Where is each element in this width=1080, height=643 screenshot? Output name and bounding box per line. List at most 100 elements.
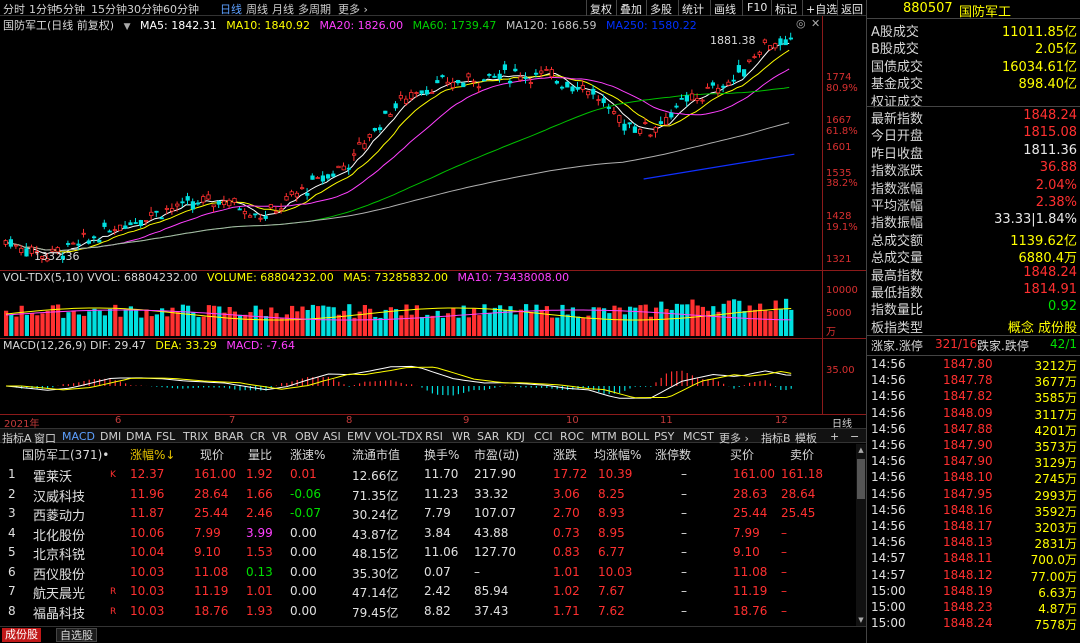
stats-button[interactable]: 统计 xyxy=(682,1,704,17)
zoom-in-button[interactable]: + xyxy=(830,430,839,443)
col-pe-header[interactable]: 市盈(动) xyxy=(474,446,519,463)
stat-value: 16034.61亿 xyxy=(1001,59,1077,75)
period-5min[interactable]: 5分钟 xyxy=(56,1,85,17)
tab-vol-tdx[interactable]: VOL-TDX xyxy=(375,430,423,443)
period-15min[interactable]: 15分钟 xyxy=(91,1,127,17)
tab-mcst[interactable]: MCST xyxy=(683,430,714,443)
candle xyxy=(123,225,128,229)
tick-time: 14:56 xyxy=(871,470,906,485)
kline-pane[interactable]: 国防军工(日线 前复权) ▼ MA5: 1842.31 MA10: 1840.9… xyxy=(0,16,866,270)
table-row[interactable]: 7 航天晨光 R 10.03 11.19 1.01 0.00 47.14亿 2.42 85.94 1… xyxy=(0,582,856,602)
vol-ma5: MA5: 73285832.00 xyxy=(343,271,448,284)
candle xyxy=(679,97,684,100)
back-button[interactable]: 返回 xyxy=(841,1,863,17)
period-1min[interactable]: 1分钟 xyxy=(29,1,58,17)
tab-vr[interactable]: VR xyxy=(272,430,287,443)
volume-bar xyxy=(659,301,664,336)
tab-obv[interactable]: OBV xyxy=(295,430,318,443)
kline-chart[interactable] xyxy=(0,16,866,270)
candle xyxy=(643,122,648,124)
col-limit-header[interactable]: 涨停数 xyxy=(655,446,691,463)
candle xyxy=(518,76,523,81)
volume-pane[interactable]: VOL-TDX(5,10) VVOL: 68804232.00 VOLUME: … xyxy=(0,270,866,338)
table-row[interactable]: 6 西仪股份 10.03 11.08 0.13 0.00 35.30亿 0.07 – 1.01 10… xyxy=(0,563,856,583)
tab-roc[interactable]: ROC xyxy=(560,430,584,443)
col-avg-header[interactable]: 均涨幅% xyxy=(594,446,641,463)
down-value: 42/1 xyxy=(1050,337,1077,351)
period-multi[interactable]: 多周期 xyxy=(298,1,331,17)
candle xyxy=(560,86,565,89)
tab-wr[interactable]: WR xyxy=(452,430,471,443)
col-volratio-header[interactable]: 量比 xyxy=(248,446,272,463)
scroll-down-icon[interactable]: ▼ xyxy=(857,616,865,624)
tab-constituents[interactable]: 成份股 xyxy=(2,628,41,642)
period-more[interactable]: 更多 › xyxy=(338,1,368,17)
tab-trix[interactable]: TRIX xyxy=(183,430,208,443)
volume-bar xyxy=(305,309,310,336)
col-mcap-header[interactable]: 流通市值 xyxy=(352,446,400,463)
tab-mtm[interactable]: MTM xyxy=(591,430,617,443)
scroll-up-icon[interactable]: ▲ xyxy=(857,446,865,454)
table-row[interactable]: 4 北化股份 10.06 7.99 3.99 0.00 43.87亿 3.84 43.88 0.7… xyxy=(0,524,856,544)
col-change-header[interactable]: 涨幅%↓ xyxy=(130,446,175,463)
col-turnover-header[interactable]: 换手% xyxy=(424,446,459,463)
adjust-button[interactable]: 复权 xyxy=(590,1,612,17)
tab-sar[interactable]: SAR xyxy=(477,430,499,443)
col-speed-header[interactable]: 涨速% xyxy=(290,446,325,463)
stat-label: 指数振幅 xyxy=(871,216,924,232)
table-row[interactable]: 5 北京科锐 10.04 9.10 1.53 0.00 48.15亿 11.06 127.70 0… xyxy=(0,543,856,563)
add-watchlist-button[interactable]: +自选 xyxy=(806,1,837,17)
table-row[interactable]: 2 汉威科技 11.96 28.64 1.66 -0.06 71.35亿 11.23 33.32… xyxy=(0,485,856,505)
period-30min[interactable]: 30分钟 xyxy=(127,1,163,17)
volume-bar xyxy=(45,310,50,336)
index-type-value[interactable]: 概念 成份股 xyxy=(1008,317,1077,336)
tick-row: 14:56 1848.09 3117万 xyxy=(867,406,1080,423)
tab-macd[interactable]: MACD xyxy=(62,430,95,443)
mark-button[interactable]: 标记 xyxy=(775,1,797,17)
table-row[interactable]: 1 霍莱沃 K 12.37 161.00 1.92 0.01 12.66亿 11.70 217.9… xyxy=(0,465,856,485)
macd-pane[interactable]: MACD(12,26,9) DIF: 29.47 DEA: 33.29 MACD… xyxy=(0,338,866,414)
tab-fsl[interactable]: FSL xyxy=(156,430,175,443)
dropdown-icon[interactable]: ▼ xyxy=(124,22,131,32)
tab-brar[interactable]: BRAR xyxy=(214,430,244,443)
col-bid-header[interactable]: 买价 xyxy=(730,446,754,463)
index-info-panel: 880507 国防军工 A股成交 11011.85亿 B股成交 2.05亿 国债成交 16… xyxy=(866,0,1080,643)
col-name-header[interactable]: 国防军工(371)• xyxy=(22,446,109,463)
col-price-header[interactable]: 现价 xyxy=(200,446,224,463)
col-ask-header[interactable]: 卖价 xyxy=(790,446,814,463)
multi-stock-button[interactable]: 多股 xyxy=(650,1,672,17)
overlay-button[interactable]: 叠加 xyxy=(620,1,642,17)
tab-dmi[interactable]: DMI xyxy=(100,430,121,443)
settings-icon[interactable]: ◎ xyxy=(796,17,806,30)
zoom-out-button[interactable]: − xyxy=(850,430,859,443)
candle xyxy=(773,43,778,49)
period-60min[interactable]: 60分钟 xyxy=(163,1,199,17)
stat-row: 总成交量 6880.4万 xyxy=(867,247,1080,266)
period-weekly[interactable]: 周线 xyxy=(246,1,268,17)
table-scrollbar[interactable]: ▲ ▼ xyxy=(856,444,866,626)
scroll-thumb[interactable] xyxy=(857,459,865,499)
table-row[interactable]: 8 福晶科技 R 10.03 18.76 1.93 0.00 79.45亿 8.82 37.43 1… xyxy=(0,602,856,622)
draw-line-button[interactable]: 画线 xyxy=(714,1,736,17)
tab-asi[interactable]: ASI xyxy=(323,430,341,443)
tab-psy[interactable]: PSY xyxy=(654,430,674,443)
tab-boll[interactable]: BOLL xyxy=(621,430,649,443)
tab-dma[interactable]: DMA xyxy=(126,430,152,443)
tab-kdj[interactable]: KDJ xyxy=(506,430,525,443)
tab-watchlist[interactable]: 自选股 xyxy=(56,628,97,642)
volume-bar xyxy=(565,314,570,336)
tab-rsi[interactable]: RSI xyxy=(425,430,443,443)
col-diff-header[interactable]: 涨跌 xyxy=(553,446,577,463)
period-daily[interactable]: 日线 xyxy=(220,1,242,17)
volume-bar xyxy=(201,316,206,336)
f10-button[interactable]: F10 xyxy=(747,1,767,14)
candle xyxy=(461,82,466,88)
tab-cr[interactable]: CR xyxy=(250,430,265,443)
tab-emv[interactable]: EMV xyxy=(347,430,371,443)
close-icon[interactable]: ✕ xyxy=(811,17,820,30)
table-row[interactable]: 3 西菱动力 11.87 25.44 2.46 -0.07 30.24亿 7.79 107.07… xyxy=(0,504,856,524)
volume-ratio: 0.13 xyxy=(246,564,273,579)
period-monthly[interactable]: 月线 xyxy=(272,1,294,17)
period-1[interactable]: 分时 xyxy=(3,1,25,17)
tab-cci[interactable]: CCI xyxy=(534,430,553,443)
